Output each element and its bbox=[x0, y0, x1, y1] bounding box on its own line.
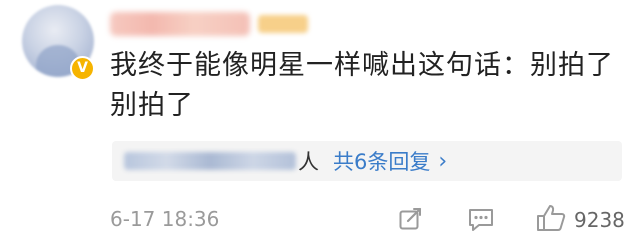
comment-timestamp: 6-17 18:36 bbox=[110, 207, 220, 231]
like-count: 9238 bbox=[574, 208, 625, 232]
reply-people-suffix: 人 bbox=[298, 150, 319, 174]
chevron-right-icon: › bbox=[438, 148, 448, 174]
comment-text: 我终于能像明星一样喊出这句话：别拍了别拍了 bbox=[110, 50, 614, 121]
user-tag-blurred bbox=[258, 15, 308, 33]
username-blurred[interactable] bbox=[110, 12, 250, 36]
reply-summary[interactable]: 人 共6条回复 › bbox=[112, 141, 622, 181]
edit-icon[interactable] bbox=[398, 206, 424, 232]
thumbs-up-icon[interactable] bbox=[535, 203, 567, 233]
verified-badge-icon: V bbox=[70, 56, 95, 81]
reply-usernames-blurred bbox=[124, 152, 296, 170]
reply-count-link[interactable]: 共6条回复 bbox=[333, 146, 430, 176]
comment-icon[interactable] bbox=[467, 206, 495, 232]
